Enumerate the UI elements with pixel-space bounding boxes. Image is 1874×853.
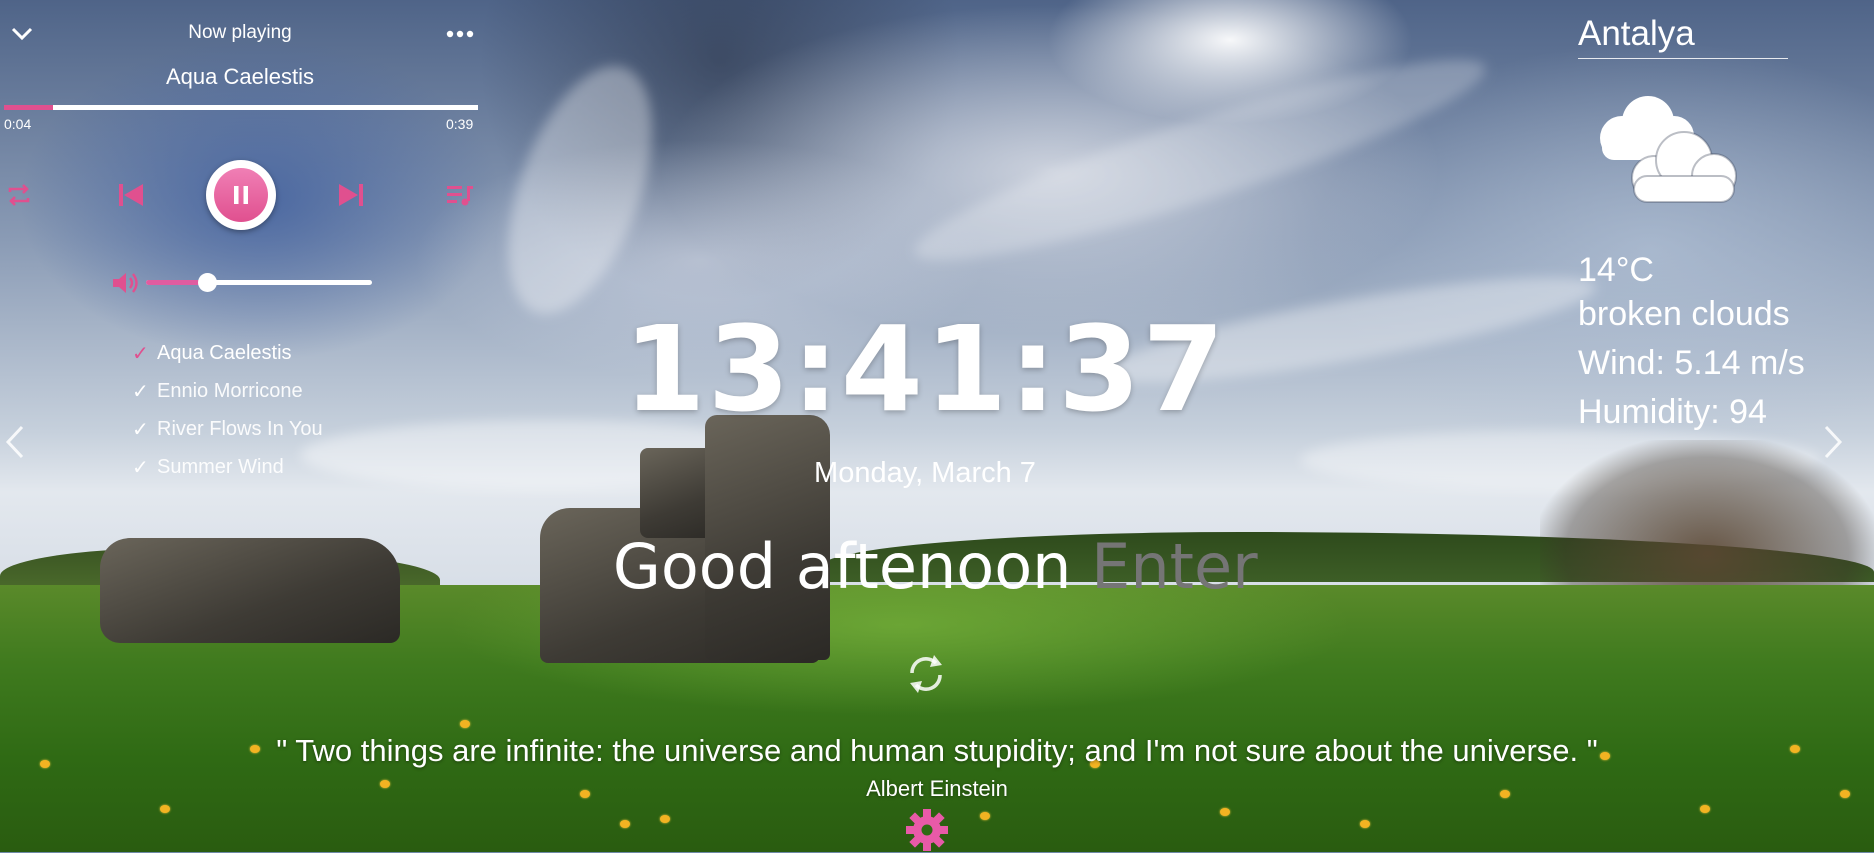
- weather-temperature: 14°C: [1578, 251, 1654, 289]
- greeting-text: Good aftenoon: [612, 530, 1072, 603]
- refresh-icon[interactable]: [902, 650, 950, 698]
- playlist-icon[interactable]: [444, 180, 476, 210]
- track-title: Aqua Caelestis: [166, 64, 314, 89]
- pause-icon: [214, 168, 268, 222]
- playlist-item[interactable]: ✓ River Flows In You: [132, 410, 323, 448]
- playlist-item-label: Aqua Caelestis: [157, 341, 292, 364]
- clock-date: Monday, March 7: [814, 457, 1036, 489]
- chevron-left-icon[interactable]: [4, 424, 26, 470]
- broken-clouds-icon: [1588, 92, 1752, 210]
- quote-text: " Two things are infinite: the universe …: [276, 733, 1598, 768]
- progress-bar[interactable]: [4, 105, 478, 110]
- greeting: Good aftenoon: [0, 530, 1874, 603]
- elapsed-time: 0:04: [4, 116, 32, 132]
- total-duration: 0:39: [446, 116, 474, 132]
- playlist-item-label: Ennio Morricone: [157, 379, 303, 402]
- skip-next-icon[interactable]: [334, 180, 368, 210]
- weather-humidity: Humidity: 94: [1578, 393, 1767, 431]
- clock-time: 13:41:37: [623, 300, 1227, 438]
- repeat-icon[interactable]: [4, 180, 34, 210]
- skip-previous-icon[interactable]: [114, 180, 148, 210]
- checkmark-icon: ✓: [132, 418, 149, 441]
- volume-knob[interactable]: [198, 273, 218, 292]
- playlist-item[interactable]: ✓ Ennio Morricone: [132, 372, 323, 410]
- name-input[interactable]: [1091, 530, 1262, 603]
- checkmark-icon: ✓: [132, 456, 149, 479]
- playlist-item[interactable]: ✓ Aqua Caelestis: [132, 334, 323, 372]
- music-player: Now playing Aqua Caelestis 0:04 0:39 ✓ Aq…: [0, 0, 490, 480]
- weather-wind: Wind: 5.14 m/s: [1578, 344, 1805, 382]
- playlist-item-label: Summer Wind: [157, 455, 284, 478]
- checkmark-icon: ✓: [132, 342, 149, 365]
- playlist-item-label: River Flows In You: [157, 417, 323, 440]
- checkmark-icon: ✓: [132, 380, 149, 403]
- quote-author: Albert Einstein: [866, 776, 1008, 801]
- playlist: ✓ Aqua Caelestis ✓ Ennio Morricone ✓ River Fl…: [132, 334, 323, 486]
- progress-fill: [4, 105, 53, 110]
- chevron-right-icon[interactable]: [1822, 424, 1844, 470]
- volume-slider[interactable]: [146, 273, 372, 292]
- more-dots-icon[interactable]: [444, 26, 476, 42]
- weather-city[interactable]: Antalya: [1578, 14, 1788, 59]
- playlist-item[interactable]: ✓ Summer Wind: [132, 448, 323, 486]
- weather-description: broken clouds: [1578, 295, 1790, 333]
- now-playing-label: Now playing: [188, 22, 292, 43]
- volume-icon[interactable]: [110, 268, 142, 298]
- gear-icon[interactable]: [904, 808, 950, 852]
- pause-button[interactable]: [206, 160, 276, 230]
